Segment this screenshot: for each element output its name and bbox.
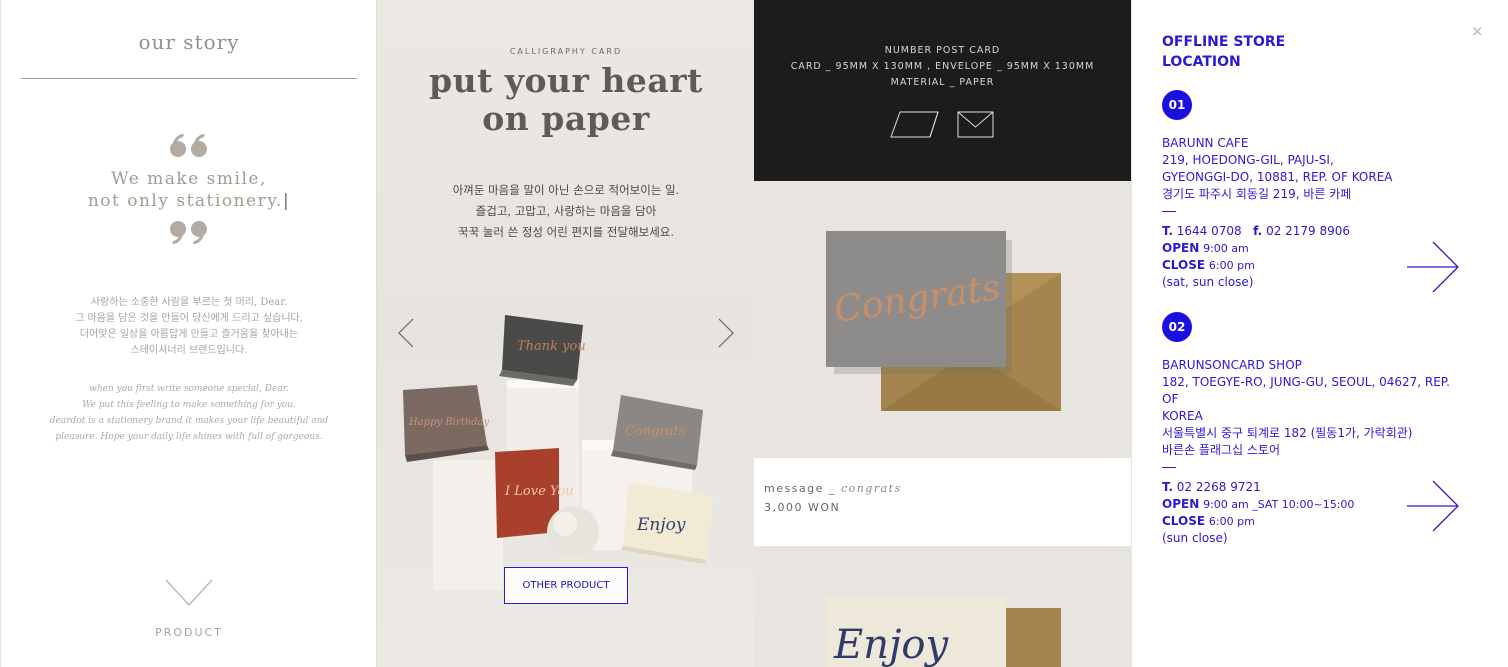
- store-contact: T. 1644 0708 f. 02 2179 8906: [1162, 224, 1351, 238]
- chevron-left-icon[interactable]: [397, 318, 415, 352]
- spec-icons: [754, 110, 1131, 144]
- congrats-card-image: Congrats: [754, 181, 1131, 458]
- desc-line: 꾹꾹 눌러 쓴 정성 어린 편지를 전달해보세요.: [457, 225, 675, 239]
- product-name: message _ congrats: [764, 482, 902, 495]
- en-line: pleasure. Hope your daily life shines wi…: [55, 432, 323, 442]
- svg-text:Happy Birthday: Happy Birthday: [408, 417, 489, 428]
- store-address-line: 219, HOEDONG-GIL, PAJU-SI,: [1162, 153, 1334, 167]
- svg-text:Congrats: Congrats: [625, 424, 686, 439]
- other-product-button[interactable]: OTHER PRODUCT: [504, 567, 628, 604]
- headline-line-1: put your heart: [429, 61, 703, 100]
- tagline-line-2: not only stationery.|: [87, 191, 291, 211]
- desc-line: 즐겁고, 고맙고, 사랑하는 마음을 담아: [475, 204, 657, 218]
- store-address-line: 서울특별시 중구 퇴계로 182 (필동1가, 가락회관): [1162, 426, 1413, 440]
- card-happy-birthday: Happy Birthday: [403, 385, 489, 462]
- title-line-2: LOCATION: [1162, 54, 1241, 70]
- ko-line: 더어맞은 일상을 아름답게 만들고 즐거움을 찾아내는: [79, 329, 299, 340]
- ko-line: 그 마음을 담은 것을 만들어 당신에게 드리고 싶습니다.: [75, 313, 303, 324]
- divider: [1162, 211, 1176, 212]
- post-card-panel: NUMBER POST CARD CARD _ 95MM X 130MM , E…: [754, 0, 1131, 667]
- product-info[interactable]: message _ congrats 3,000 WON: [754, 458, 1131, 546]
- story-english-text: when you first write someone special, De…: [1, 381, 376, 445]
- store-number-badge: 02: [1162, 312, 1192, 342]
- offline-store-panel: × OFFLINE STORE LOCATION 01 BARUNN CAFE …: [1131, 0, 1508, 667]
- spec-line: MATERIAL _ PAPER: [890, 77, 995, 88]
- story-korean-text: 사랑하는 소중한 사람을 부르는 첫 머리, Dear. 그 마음을 담은 것을…: [1, 295, 376, 359]
- arrow-right-icon[interactable]: [1406, 241, 1460, 297]
- tagline: We make smile, not only stationery.|: [1, 168, 376, 212]
- product-link[interactable]: PRODUCT: [1, 626, 376, 639]
- en-line: deardot is a stationery brand it makes y…: [49, 416, 329, 426]
- close-quote-icon: [1, 220, 376, 250]
- chevron-down-icon[interactable]: [164, 578, 214, 612]
- product-price: 3,000 WON: [764, 501, 841, 514]
- chevron-right-icon[interactable]: [717, 318, 735, 352]
- spec-header: NUMBER POST CARD CARD _ 95MM X 130MM , E…: [754, 0, 1131, 181]
- title-line-1: OFFLINE STORE: [1162, 34, 1286, 50]
- section-kicker: CALLIGRAPHY CARD: [509, 47, 623, 56]
- store-address-line: KOREA: [1162, 409, 1203, 423]
- store-name: BARUNSONCARD SHOP: [1162, 358, 1302, 372]
- store-location-title: OFFLINE STORE LOCATION: [1162, 32, 1285, 72]
- calligraphy-card-panel: CALLIGRAPHY CARD put your heart on paper…: [376, 0, 754, 667]
- our-story-panel: our story We make smile, not only statio…: [0, 0, 376, 667]
- svg-text:I Love You: I Love You: [504, 484, 574, 499]
- store-address-line: 경기도 파주시 회동길 219, 바른 카페: [1162, 187, 1352, 201]
- store-name: BARUNN CAFE: [1162, 136, 1249, 150]
- store-number-badge: 01: [1162, 90, 1192, 120]
- svg-text:Thank you: Thank you: [517, 339, 586, 354]
- close-icon[interactable]: ×: [1471, 22, 1484, 40]
- desc-line: 아껴둔 마음을 말이 아닌 손으로 적어보이는 일.: [452, 183, 680, 197]
- svg-text:Enjoy: Enjoy: [636, 515, 686, 535]
- story-title: our story: [138, 30, 240, 54]
- headline-line-2: on paper: [482, 99, 650, 138]
- open-quote-icon: [1, 132, 376, 162]
- card-enjoy: Enjoy: [621, 482, 713, 564]
- tagline-line-1: We make smile,: [111, 169, 267, 189]
- product-scene-image: Thank you Happy Birthday Congrats I Love…: [403, 315, 713, 590]
- divider: [21, 78, 357, 79]
- store-address-line: GYEONGGI-DO, 10881, REP. OF KOREA: [1162, 170, 1393, 184]
- headline: put your heart on paper: [377, 62, 754, 138]
- enjoy-card-image: Enjoy: [754, 546, 1131, 667]
- store-address-line: 바른손 플래그십 스토어: [1162, 443, 1281, 457]
- arrow-right-icon[interactable]: [1406, 480, 1460, 536]
- card-icon: [890, 111, 939, 138]
- divider: [1162, 467, 1176, 468]
- spec-text: NUMBER POST CARD CARD _ 95MM X 130MM , E…: [754, 43, 1131, 91]
- svg-text:Enjoy: Enjoy: [833, 622, 949, 667]
- card-thank-you: Thank you: [499, 315, 586, 386]
- ko-line: 스테이셔너리 브랜드입니다.: [130, 345, 248, 356]
- description: 아껴둔 마음을 말이 아닌 손으로 적어보이는 일. 즐겁고, 고맙고, 사랑하…: [377, 180, 754, 243]
- envelope-icon: [957, 111, 994, 138]
- en-line: We put this feeling to make something fo…: [82, 400, 296, 410]
- spec-line: NUMBER POST CARD: [884, 45, 1001, 56]
- other-product-label: OTHER PRODUCT: [522, 580, 610, 591]
- spec-line: CARD _ 95MM X 130MM , ENVELOPE _ 95MM X …: [790, 61, 1095, 72]
- ko-line: 사랑하는 소중한 사람을 부르는 첫 머리, Dear.: [90, 297, 288, 308]
- en-line: when you first write someone special, De…: [89, 384, 289, 394]
- store-address-line: 182, TOEGYE-RO, JUNG-GU, SEOUL, 04627, R…: [1162, 375, 1450, 406]
